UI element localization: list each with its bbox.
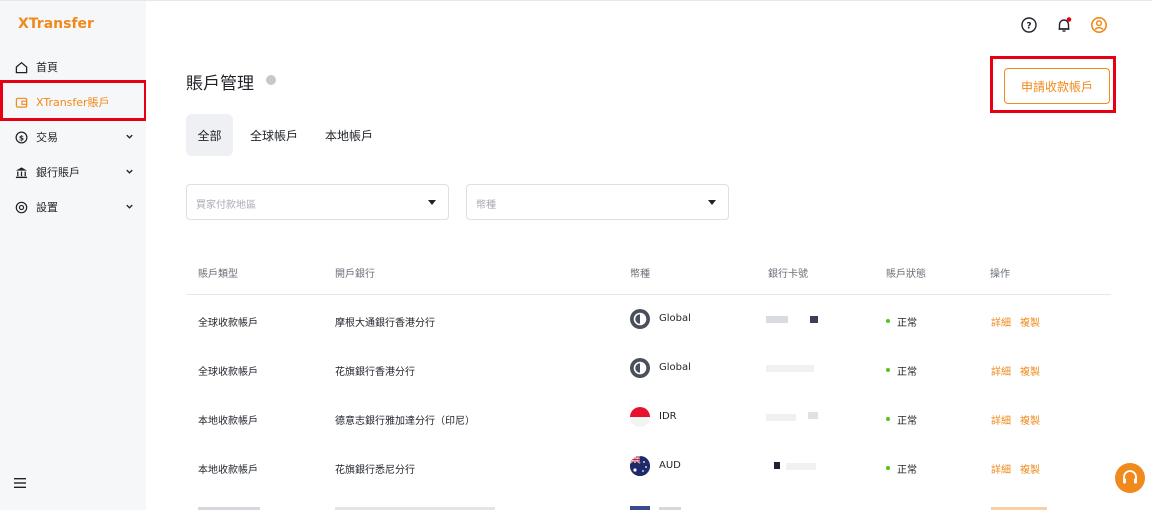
customer-support-button[interactable] xyxy=(1115,463,1145,493)
masked-card-number xyxy=(766,365,814,372)
masked-card-number xyxy=(810,316,818,323)
bank-name: 摩根大通銀行香港分行 xyxy=(335,318,435,329)
status-dot xyxy=(886,319,890,323)
masked-card-number xyxy=(766,414,796,421)
table-row: 全球收款帳戶 摩根大通銀行香港分行 Global 正常 詳細 複製 xyxy=(186,295,1111,344)
sidebar-item-label: 首頁 xyxy=(36,61,58,74)
svg-text:$: $ xyxy=(18,133,23,142)
table-row-partial xyxy=(186,491,1111,510)
status-dot xyxy=(886,368,890,372)
info-icon[interactable] xyxy=(266,75,276,85)
sidebar: XTransfer 首頁 XTransfer賬戶 $ 交易 銀行賬戶 設置 xyxy=(0,0,146,510)
global-currency-icon xyxy=(630,358,650,378)
details-link[interactable]: 詳細 xyxy=(991,363,1011,378)
topbar: ? xyxy=(146,0,1152,48)
column-header: 賬戶類型 xyxy=(198,269,238,280)
account-status: 正常 xyxy=(897,465,917,476)
indonesia-flag-icon xyxy=(630,407,650,427)
sidebar-item-bank-accounts[interactable]: 銀行賬戶 xyxy=(0,155,146,189)
column-header: 賬戶狀態 xyxy=(886,269,926,280)
column-header: 銀行卡號 xyxy=(768,269,808,280)
global-currency-icon xyxy=(630,309,650,329)
page-title: 賬戶管理 xyxy=(186,74,254,94)
select-placeholder: 買家付款地區 xyxy=(196,200,256,211)
sidebar-item-label: 交易 xyxy=(36,131,58,144)
menu-toggle-icon[interactable] xyxy=(13,475,29,491)
currency-code: Global xyxy=(659,362,691,373)
sidebar-item-home[interactable]: 首頁 xyxy=(0,50,146,84)
bank-name: 花旗銀行悉尼分行 xyxy=(335,465,415,476)
column-header: 幣種 xyxy=(630,269,650,280)
highlight-box-apply-button xyxy=(990,56,1116,113)
home-icon xyxy=(13,59,29,75)
currency-code: Global xyxy=(659,313,691,324)
app-root: XTransfer 首頁 XTransfer賬戶 $ 交易 銀行賬戶 設置 ? … xyxy=(0,0,1152,510)
buyer-region-select[interactable]: 買家付款地區 xyxy=(186,184,449,220)
copy-link[interactable]: 複製 xyxy=(1020,412,1040,427)
caret-down-icon xyxy=(428,200,436,205)
chevron-down-icon xyxy=(125,201,134,214)
user-icon[interactable] xyxy=(1090,16,1108,34)
chevron-down-icon xyxy=(125,131,134,144)
australia-flag-icon xyxy=(630,456,650,476)
tab-local-accounts[interactable]: 本地帳戶 xyxy=(320,114,378,156)
help-icon[interactable]: ? xyxy=(1020,16,1038,34)
bank-icon xyxy=(13,164,29,180)
column-header: 操作 xyxy=(990,269,1010,280)
dollar-circle-icon: $ xyxy=(13,129,29,145)
currency-code: AUD xyxy=(659,460,681,471)
cropped-flag xyxy=(630,506,650,510)
tab-global-accounts[interactable]: 全球帳戶 xyxy=(244,114,304,156)
status-dot xyxy=(886,417,890,421)
details-link[interactable]: 詳細 xyxy=(991,461,1011,476)
table-row: 全球收款帳戶 花旗銀行香港分行 Global 正常 詳細 複製 xyxy=(186,344,1111,393)
chevron-down-icon xyxy=(125,166,134,179)
details-link[interactable]: 詳細 xyxy=(991,314,1011,329)
account-type: 全球收款帳戶 xyxy=(198,367,258,378)
caret-down-icon xyxy=(708,200,716,205)
sidebar-item-label: 設置 xyxy=(36,201,58,214)
copy-link[interactable]: 複製 xyxy=(1020,363,1040,378)
masked-card-number xyxy=(774,462,780,469)
table-row: 本地收款帳戶 花旗銀行悉尼分行 AUD 正常 詳細 複製 xyxy=(186,442,1111,491)
status-dot xyxy=(886,466,890,470)
copy-link[interactable]: 複製 xyxy=(1020,314,1040,329)
account-status: 正常 xyxy=(897,416,917,427)
account-type: 本地收款帳戶 xyxy=(198,465,258,476)
account-status: 正常 xyxy=(897,318,917,329)
currency-select[interactable]: 幣種 xyxy=(466,184,729,220)
select-placeholder: 幣種 xyxy=(476,200,496,211)
account-status: 正常 xyxy=(897,367,917,378)
currency-code: IDR xyxy=(659,411,677,422)
masked-card-number xyxy=(786,463,816,470)
details-link[interactable]: 詳細 xyxy=(991,412,1011,427)
column-header: 開戶銀行 xyxy=(335,269,375,280)
bank-name: 德意志銀行雅加達分行（印尼） xyxy=(335,416,475,427)
sidebar-item-label: 銀行賬戶 xyxy=(36,166,80,179)
main-content: 賬戶管理 申請收款帳戶 全部 全球帳戶 本地帳戶 買家付款地區 幣種 賬戶類型 … xyxy=(146,48,1152,510)
account-type: 本地收款帳戶 xyxy=(198,416,258,427)
masked-card-number xyxy=(808,412,818,419)
masked-card-number xyxy=(766,316,788,323)
settings-icon xyxy=(13,199,29,215)
svg-text:?: ? xyxy=(1026,22,1031,32)
table-row: 本地收款帳戶 德意志銀行雅加達分行（印尼） IDR 正常 詳細 複製 xyxy=(186,393,1111,442)
account-type: 全球收款帳戶 xyxy=(198,318,258,329)
copy-link[interactable]: 複製 xyxy=(1020,461,1040,476)
highlight-box-sidebar xyxy=(0,80,147,121)
notification-icon[interactable] xyxy=(1055,16,1073,34)
sidebar-item-transactions[interactable]: $ 交易 xyxy=(0,120,146,154)
tab-all[interactable]: 全部 xyxy=(186,114,233,156)
brand-logo[interactable]: XTransfer xyxy=(18,16,94,32)
bank-name: 花旗銀行香港分行 xyxy=(335,367,415,378)
sidebar-item-settings[interactable]: 設置 xyxy=(0,190,146,224)
